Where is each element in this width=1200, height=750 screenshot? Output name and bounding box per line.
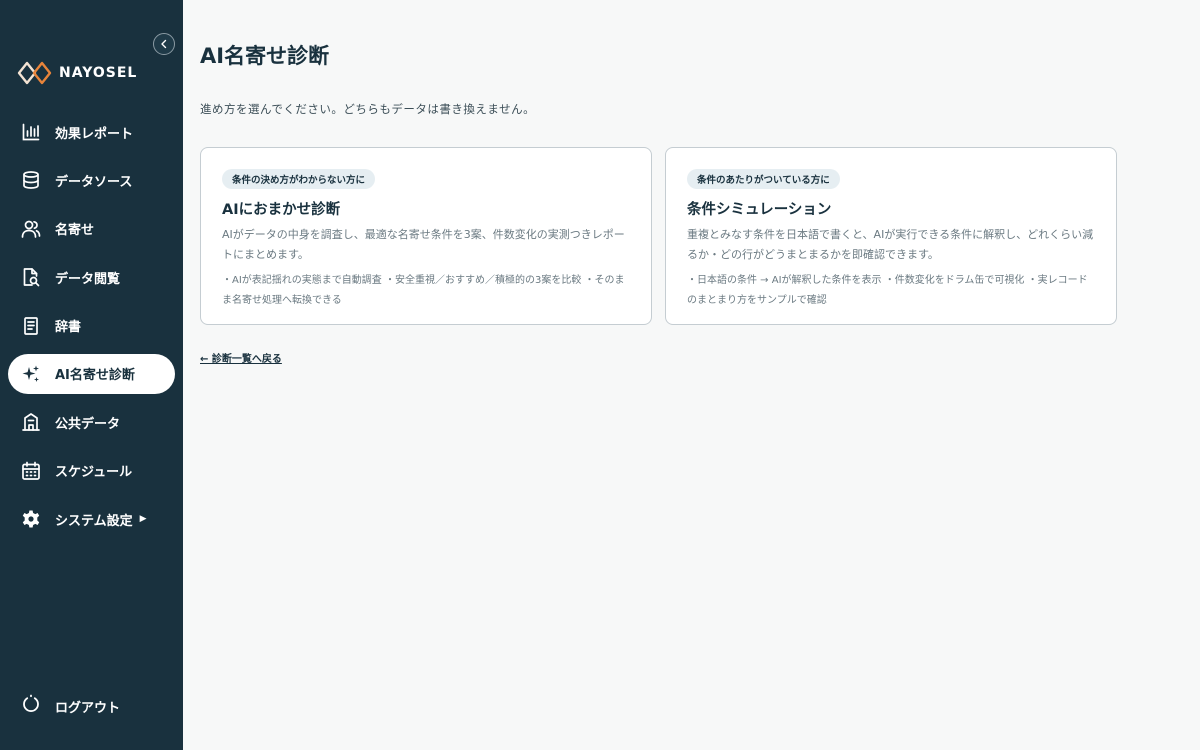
sidebar-item-data-source[interactable]: データソース <box>8 160 175 200</box>
sidebar: NAYOSEL 効果レポート データソース 名寄せ データ閲覧 辞書 AI名寄せ… <box>0 0 183 750</box>
card-description: 重複とみなす条件を日本語で書くと、AIが実行できる条件に解釈し、どれくらい減るか… <box>687 228 1094 261</box>
sidebar-item-label: データ閲覧 <box>55 271 121 287</box>
power-icon <box>21 694 41 718</box>
card-description: AIがデータの中身を調査し、最適な名寄せ条件を3案、件数変化の実測つきレポートに… <box>222 228 625 261</box>
sidebar-item-label: データソース <box>55 174 133 190</box>
sidebar-item-data-browse[interactable]: データ閲覧 <box>8 257 175 297</box>
sidebar-item-ai-diagnosis[interactable]: AI名寄せ診断 <box>8 353 175 394</box>
file-search-icon <box>21 267 41 287</box>
sparkle-icon <box>21 364 41 384</box>
sidebar-item-nayose[interactable]: 名寄せ <box>8 209 175 249</box>
sidebar-item-label: 名寄せ <box>55 223 95 239</box>
sidebar-item-label: 辞書 <box>55 320 82 336</box>
sidebar-item-system-settings[interactable]: システム設定 ▶ <box>8 499 175 539</box>
database-icon <box>21 170 41 190</box>
users-icon <box>21 219 41 239</box>
sidebar-item-public-data[interactable]: 公共データ <box>8 402 175 442</box>
app-logo[interactable]: NAYOSEL <box>17 61 137 85</box>
sidebar-nav: 効果レポート データソース 名寄せ データ閲覧 辞書 AI名寄せ診断 公共データ… <box>8 112 175 548</box>
condition-simulation-card[interactable]: 条件のあたりがついている方に 条件シミュレーション 重複とみなす条件を日本語で書… <box>665 147 1117 325</box>
page-subtitle: 進め方を選んでください。どちらもデータは書き換えません。 <box>200 102 536 116</box>
gear-icon <box>21 509 41 529</box>
logo-text: NAYOSEL <box>59 65 138 81</box>
card-bullets: ・AIが表記揺れの実態まで自動調査 ・安全重視／おすすめ／積極的の3案を比較 ・… <box>222 275 625 306</box>
back-to-diagnosis-list-link[interactable]: ← 診断一覧へ戻る <box>200 350 282 365</box>
bar-chart-icon <box>21 122 41 142</box>
logo-mark-icon <box>17 61 52 85</box>
page-title: AI名寄せ診断 <box>200 44 330 68</box>
calendar-icon <box>21 461 41 481</box>
book-icon <box>21 316 41 336</box>
building-icon <box>21 412 41 432</box>
card-tag: 条件の決め方がわからない方に <box>222 169 376 189</box>
logout-label: ログアウト <box>55 700 121 716</box>
card-tag: 条件のあたりがついている方に <box>687 169 840 189</box>
card-title: AIにおまかせ診断 <box>222 202 341 218</box>
sidebar-item-label: 公共データ <box>55 416 121 432</box>
sidebar-item-label: 効果レポート <box>55 126 134 142</box>
logout-button[interactable]: ログアウト <box>8 686 175 726</box>
expand-caret-icon: ▶ <box>139 514 147 525</box>
card-bullets: ・日本語の条件 → AIが解釈した条件を表示 ・件数変化をドラム缶で可視化 ・実… <box>687 275 1088 306</box>
sidebar-collapse-button[interactable] <box>153 33 175 55</box>
sidebar-item-label: AI名寄せ診断 <box>55 368 135 384</box>
sidebar-item-effect-report[interactable]: 効果レポート <box>8 112 175 152</box>
sidebar-item-label: スケジュール <box>55 465 133 481</box>
chevron-left-icon <box>161 39 167 49</box>
sidebar-item-schedule[interactable]: スケジュール <box>8 451 175 491</box>
card-title: 条件シミュレーション <box>687 202 832 218</box>
ai-auto-diagnosis-card[interactable]: 条件の決め方がわからない方に AIにおまかせ診断 AIがデータの中身を調査し、最… <box>200 147 652 325</box>
sidebar-item-label: システム設定 <box>55 513 133 529</box>
sidebar-item-dictionary[interactable]: 辞書 <box>8 306 175 346</box>
